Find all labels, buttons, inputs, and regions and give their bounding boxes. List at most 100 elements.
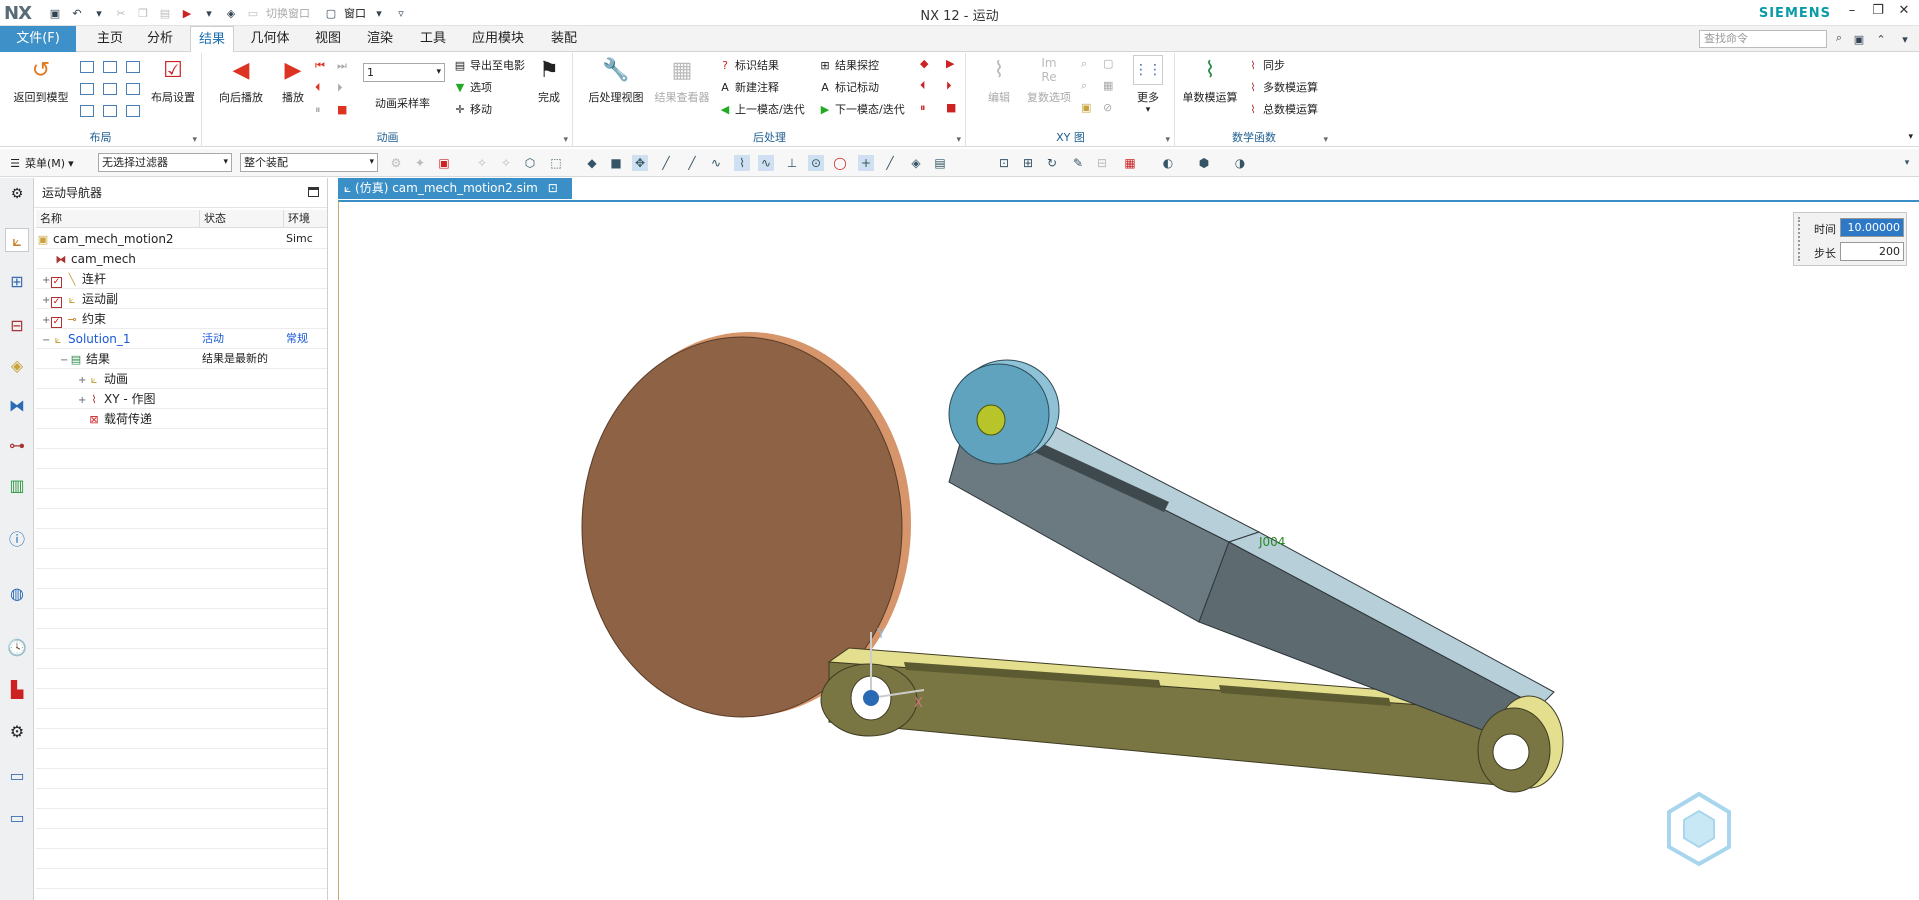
tree-row[interactable]: + ⟀ 动画 [36,369,327,389]
rectangle-select-icon[interactable]: ⬚ [548,155,564,171]
column-status[interactable]: 状态 [200,210,284,228]
pause-icon[interactable]: ⏸ [920,101,926,115]
motion-navigator-icon[interactable]: ⟀ [5,228,29,252]
last-frame-icon[interactable]: ⏭ [337,59,347,73]
drag-icon[interactable]: ✧ [498,155,514,171]
column-name[interactable]: 名称 [36,210,200,228]
fit-icon[interactable]: ⊡ [996,155,1012,171]
tab-pin-icon[interactable]: ⊡ [548,181,558,195]
eraser-icon[interactable]: ◈ [222,4,240,22]
assembly-navigator-icon[interactable]: ⊟ [5,314,29,338]
sim-file-tab[interactable]: ⟀ (仿真) cam_mech_motion2.sim ⊡ ✕ [338,178,572,216]
column-environment[interactable]: 环境 [284,210,328,228]
chevron-down-icon[interactable]: ▾ [1323,135,1328,145]
box-select-icon[interactable]: ▣ [436,155,452,171]
library-icon[interactable]: ▥ [5,474,29,498]
expand-icon[interactable]: + [42,271,51,289]
layout-single-icon[interactable] [80,61,94,73]
circle-icon[interactable]: ◯ [832,155,848,171]
chevron-down-icon[interactable]: ▾ [200,4,218,22]
display-mode-icon[interactable]: ▦ [1122,155,1138,171]
pause-icon[interactable]: ⏸ [315,103,321,117]
more-button[interactable]: ⋮⋮ 更多 ▾ [1127,55,1169,115]
prev-icon[interactable]: ◆ [920,57,928,70]
chevron-down-icon[interactable]: ▾ [370,4,388,22]
snap-point-icon[interactable]: ✥ [632,155,648,171]
drag-handle[interactable] [1798,217,1804,261]
selection-filter-select[interactable]: 无选择过滤器 ▾ [98,153,232,172]
maximize-icon[interactable] [308,187,319,197]
visibility-checkbox[interactable]: ✓ [51,317,62,328]
layout-horizontal-icon[interactable] [103,61,117,73]
roller-pin[interactable] [976,404,1006,436]
tree-row[interactable]: + ✓ ⊸ 约束 [36,309,327,329]
time-input[interactable]: 10.00000 [1840,218,1904,237]
tree-row[interactable]: ▣ cam_mech_motion2 Simc [36,229,327,249]
stop-icon[interactable]: ■ [337,103,347,116]
tree-row-selected[interactable]: − ⟀ Solution_1 活动 常规 [36,329,327,349]
menu-button[interactable]: ☰ 菜单(M) ▾ [8,155,74,171]
select-icon[interactable]: ⚙ [388,155,404,171]
history-icon[interactable]: 🕓 [5,636,29,660]
close-icon[interactable]: ✕ [1895,3,1913,21]
collapse-ribbon-icon[interactable]: ⌃ [1873,32,1889,48]
options-button[interactable]: ▼ 选项 [453,79,492,95]
tree-row[interactable]: + ⌇ XY - 作图 [36,389,327,409]
previous-mode-button[interactable]: ◀ 上一模态/迭代 [718,101,805,117]
copy-icon[interactable]: ❐ [134,4,152,22]
move-button[interactable]: ✛ 移动 [453,101,492,117]
tab-geometry[interactable]: 几何体 [244,26,296,52]
collapse-icon[interactable]: − [42,331,51,349]
pan-icon[interactable]: ✎ [1070,155,1086,171]
tab-home[interactable]: 主页 [90,26,130,52]
finish-button[interactable]: ⚑ 完成 [531,55,567,105]
return-to-model-button[interactable]: ↺ 返回到模型 [6,55,76,105]
switch-window-icon[interactable]: ▭ [244,4,262,22]
undo-icon[interactable]: ↶ [68,4,86,22]
search-icon[interactable]: ⌕ [1831,30,1847,46]
file-menu[interactable]: 文件(F) [0,26,76,52]
step-input[interactable]: 200 [1840,242,1904,261]
web-browser-icon[interactable]: ◍ [5,582,29,606]
deselect-icon[interactable]: ✦ [412,155,428,171]
layout-three-icon[interactable] [103,83,117,95]
tree-row[interactable]: − ▤ 结果 结果是最新的 [36,349,327,369]
plus-icon[interactable]: + [858,155,874,171]
zoom-icon[interactable]: ⌕ [1081,57,1087,71]
result-probe-button[interactable]: ⊞ 结果探控 [818,57,879,73]
edit-button[interactable]: ⌇ 编辑 [981,55,1017,105]
layout-two-col-icon[interactable] [80,105,94,117]
rotate-icon[interactable]: ↻ [1044,155,1060,171]
multi-op-button[interactable]: ⌇ 多数模运算 [1246,79,1318,95]
show-hide-icon[interactable]: ◑ [1232,155,1248,171]
zoom-icon[interactable]: ⊞ [1020,155,1036,171]
search-icon[interactable]: ⌕ [1081,79,1087,93]
layout-grid-icon[interactable] [126,61,140,73]
next-mode-button[interactable]: ▶ 下一模态/迭代 [818,101,905,117]
total-op-button[interactable]: ⌇ 总数模运算 [1246,101,1318,117]
sample-rate-button[interactable]: 动画采样率 [375,95,430,111]
body-icon[interactable]: ▤ [932,155,948,171]
graphics-window[interactable]: Y X J004 [338,200,1919,900]
layout-four-icon[interactable] [126,83,140,95]
expand-icon[interactable]: + [78,371,87,389]
layout-settings-button[interactable]: ☑ 布局设置 [148,55,198,105]
export-movie-button[interactable]: ▤ 导出至电影 [453,57,525,73]
tab-applications[interactable]: 应用模块 [466,26,530,52]
lasso-icon[interactable]: ✧ [474,155,490,171]
chevron-down-icon[interactable]: ▾ [90,4,108,22]
frame-icon[interactable]: ▢ [1103,57,1113,70]
tab-results[interactable]: 结果 [190,26,234,52]
info-icon[interactable]: ⓘ [5,528,29,552]
expand-icon[interactable]: + [78,391,87,409]
system-scene-icon[interactable]: ▭ [5,764,29,788]
step-back-icon[interactable]: ⏴ [920,79,926,93]
chevron-down-icon[interactable]: ▾ [1899,155,1915,171]
shaded-icon[interactable]: ◆ [584,155,600,171]
layout-vertical-icon[interactable] [80,83,94,95]
save-icon[interactable]: ▣ [46,4,64,22]
stop-icon[interactable]: ■ [946,101,956,114]
settings-icon[interactable]: ⚙ [5,182,29,206]
reset-icon[interactable]: ⊘ [1103,101,1112,114]
expand-icon[interactable]: + [42,311,51,329]
